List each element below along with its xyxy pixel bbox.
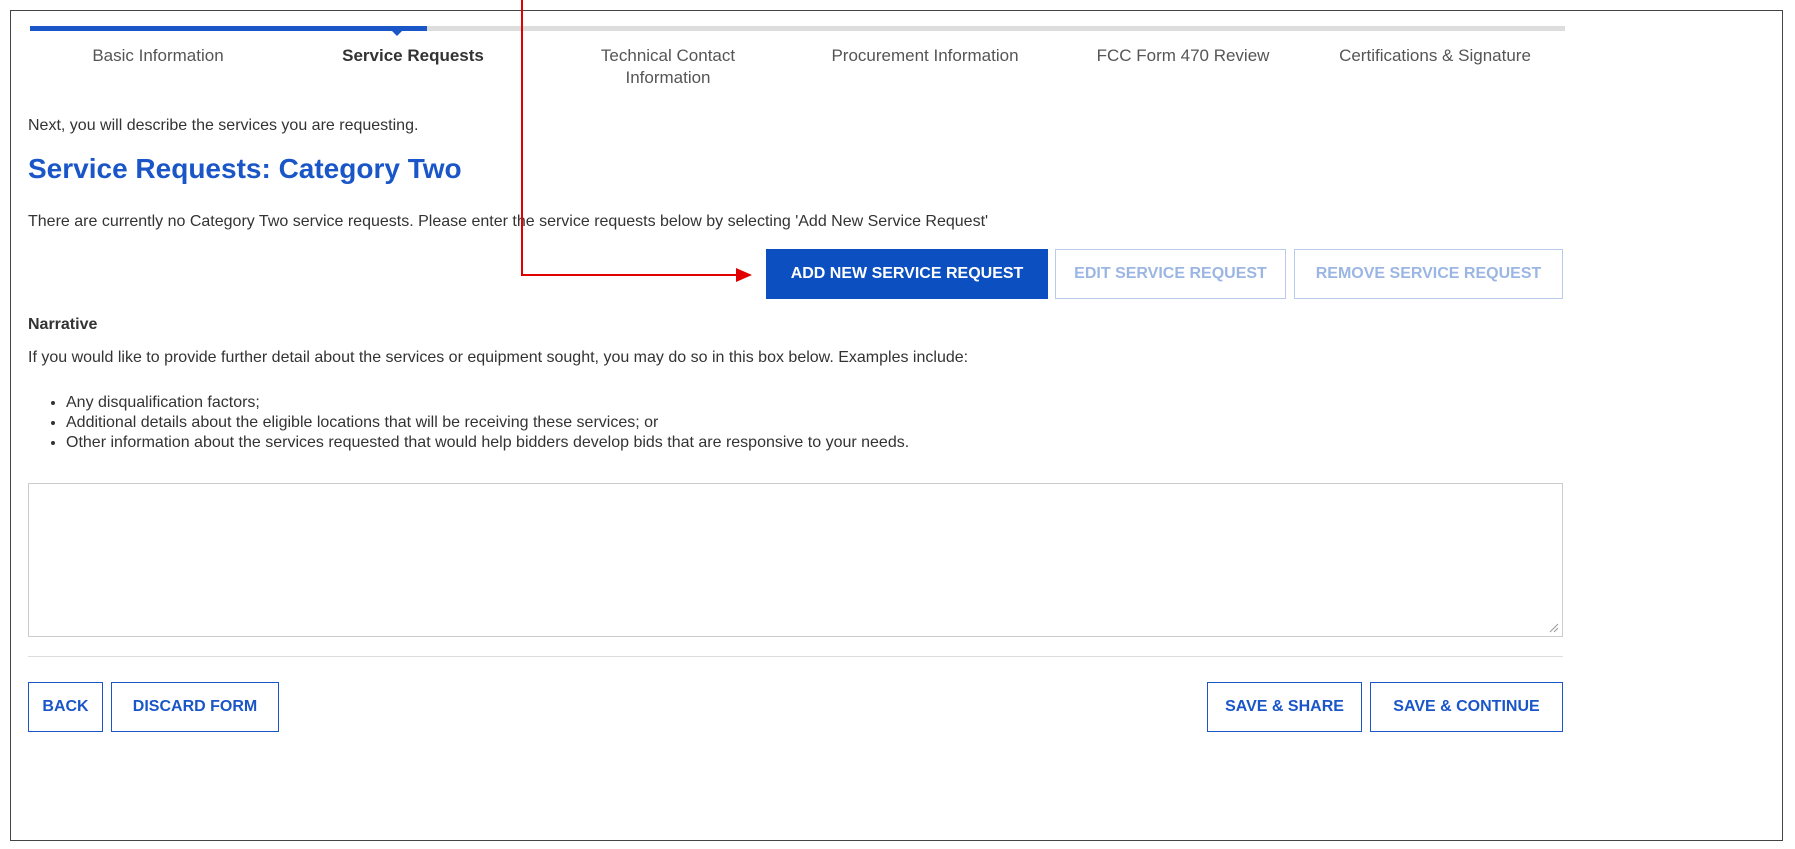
no-requests-notice: There are currently no Category Two serv… <box>28 213 989 230</box>
step-label: Service Requests <box>342 46 484 65</box>
step-label-line2: Information <box>625 68 711 87</box>
progress-track <box>30 26 1565 31</box>
progress-marker-icon <box>387 26 407 36</box>
step-service-requests[interactable]: Service Requests <box>333 45 493 67</box>
step-certifications-signature[interactable]: Certifications & Signature <box>1320 45 1550 67</box>
list-item: Other information about the services req… <box>66 433 909 453</box>
step-label-line1: Technical Contact <box>600 46 736 65</box>
back-button[interactable]: BACK <box>28 682 103 732</box>
step-technical-contact[interactable]: Technical Contact Information <box>583 45 753 89</box>
resize-grip-icon[interactable] <box>1547 621 1559 633</box>
list-item: Additional details about the eligible lo… <box>66 413 909 433</box>
step-label: Certifications & Signature <box>1339 46 1531 65</box>
step-procurement-information[interactable]: Procurement Information <box>810 45 1040 67</box>
list-item: Any disqualification factors; <box>66 393 909 413</box>
edit-service-request-button[interactable]: EDIT SERVICE REQUEST <box>1055 249 1286 299</box>
discard-form-button[interactable]: DISCARD FORM <box>111 682 279 732</box>
step-label: Basic Information <box>92 46 224 65</box>
save-share-button[interactable]: SAVE & SHARE <box>1207 682 1362 732</box>
step-label: Procurement Information <box>831 46 1019 65</box>
intro-text: Next, you will describe the services you… <box>28 117 419 134</box>
narrative-description: If you would like to provide further det… <box>28 349 969 366</box>
narrative-textarea[interactable] <box>28 483 1563 637</box>
progress-fill <box>30 26 427 31</box>
step-label: FCC Form 470 Review <box>1096 46 1270 65</box>
footer-divider <box>28 656 1563 657</box>
step-basic-information[interactable]: Basic Information <box>78 45 238 67</box>
annotation-arrow-line <box>521 274 739 276</box>
narrative-label: Narrative <box>28 316 98 333</box>
add-service-request-button[interactable]: ADD NEW SERVICE REQUEST <box>766 249 1048 299</box>
annotation-arrow-line <box>521 0 523 276</box>
remove-service-request-button[interactable]: REMOVE SERVICE REQUEST <box>1294 249 1563 299</box>
save-continue-button[interactable]: SAVE & CONTINUE <box>1370 682 1563 732</box>
annotation-arrowhead-icon <box>736 268 752 282</box>
page-title: Service Requests: Category Two <box>28 153 462 184</box>
examples-list: Any disqualification factors; Additional… <box>46 393 909 453</box>
step-fcc-form-review[interactable]: FCC Form 470 Review <box>1083 45 1283 67</box>
